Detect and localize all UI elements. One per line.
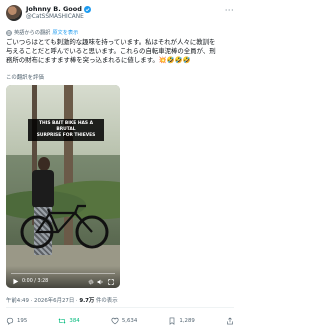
video-progress-bar[interactable] — [11, 272, 115, 274]
share-button[interactable] — [226, 317, 234, 325]
video-frame-bicycle — [20, 204, 109, 249]
reply-count: 195 — [17, 318, 28, 324]
tweet-actions-bar: 195 384 5,634 1,289 — [6, 316, 234, 326]
reply-icon — [6, 317, 14, 325]
bookmark-icon — [170, 317, 175, 325]
tweet-timestamp[interactable]: 午前4:49 · 2026年6月27日 · — [6, 298, 79, 304]
tweet-text: ごいつらはとても刺激的な趣味を持っています。私はそれが人々に教訓を 与えることだ… — [6, 38, 216, 64]
video-time: 0:00 / 3:28 — [22, 279, 49, 284]
author-handle[interactable]: @CatSSMASHICANE — [26, 14, 84, 20]
translation-notice: 英語からの翻訳 原文を表示 — [6, 28, 234, 37]
share-icon — [227, 317, 233, 325]
retweet-count: 384 — [69, 318, 80, 324]
author-display-name[interactable]: Johnny B. Good — [26, 5, 82, 13]
tweet-meta: 午前4:49 · 2026年6月27日 · 9.7万 件の表示 — [6, 296, 118, 304]
like-count: 5,634 — [121, 318, 138, 324]
retweet-button[interactable]: 384 — [58, 317, 80, 325]
bookmark-button[interactable]: 1,289 — [168, 317, 195, 325]
more-options-icon[interactable]: ··· — [225, 6, 234, 15]
like-button[interactable]: 5,634 — [111, 317, 137, 325]
play-icon[interactable] — [12, 278, 19, 285]
globe-icon — [6, 29, 12, 36]
avatar[interactable] — [6, 5, 22, 21]
retweet-icon — [58, 318, 66, 324]
video-controls: 0:00 / 3:28 — [6, 266, 120, 288]
tweet-header: Johnny B. Good @CatSSMASHICANE ··· — [6, 4, 234, 26]
bookmark-count: 1,289 — [179, 318, 195, 324]
video-caption-overlay: THIS BAIT BIKE HAS A BRUTAL SURPRISE FOR… — [28, 119, 104, 141]
volume-icon[interactable] — [97, 279, 104, 285]
settings-gear-icon[interactable] — [88, 279, 94, 285]
show-original-link[interactable]: 原文を表示 — [52, 29, 78, 36]
reply-button[interactable]: 195 — [6, 317, 27, 325]
video-player[interactable]: THIS BAIT BIKE HAS A BRUTAL SURPRISE FOR… — [6, 85, 120, 288]
divider — [6, 307, 234, 308]
heart-icon — [111, 317, 119, 325]
translation-label: 英語からの翻訳 — [14, 30, 51, 36]
rate-translation-link[interactable]: この翻訳を評価 — [6, 73, 44, 81]
view-count-label: 件の表示 — [94, 298, 118, 304]
fullscreen-icon[interactable] — [108, 279, 114, 285]
author-name-row: Johnny B. Good — [26, 4, 91, 14]
verified-badge-icon — [83, 5, 91, 13]
view-count: 9.7万 — [79, 298, 95, 304]
